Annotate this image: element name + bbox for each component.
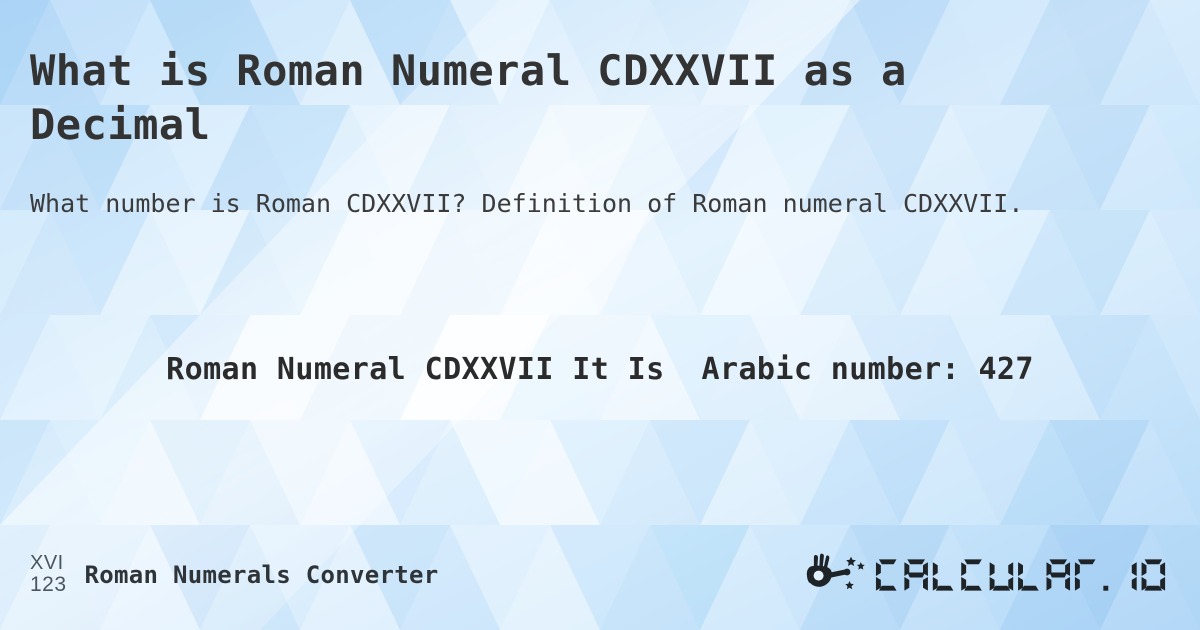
page-title: What is Roman Numeral CDXXVII as a Decim… (30, 46, 907, 149)
result-statement: Roman Numeral CDXXVII It Is Arabic numbe… (166, 352, 1034, 387)
footer-bar: XVI 123 Roman Numerals Converter (0, 548, 1200, 602)
og-card: What is Roman Numeral CDXXVII as a Decim… (0, 0, 1200, 630)
footer-left-group: XVI 123 Roman Numerals Converter (30, 553, 439, 596)
page-subtitle: What number is Roman CDXXVII? Definition… (30, 189, 1024, 218)
brand-mark-arabic: 123 (30, 573, 67, 597)
brand-mark-roman: XVI (30, 552, 64, 575)
calculatio-wordmark (875, 559, 1166, 591)
footer-site-title: Roman Numerals Converter (84, 560, 439, 589)
calculatio-logo[interactable] (806, 553, 1170, 597)
card-content: What is Roman Numeral CDXXVII as a Decim… (0, 0, 1200, 630)
magic-wand-hand-icon (806, 553, 865, 590)
roman-numerals-brand-mark: XVI 123 (30, 553, 67, 596)
